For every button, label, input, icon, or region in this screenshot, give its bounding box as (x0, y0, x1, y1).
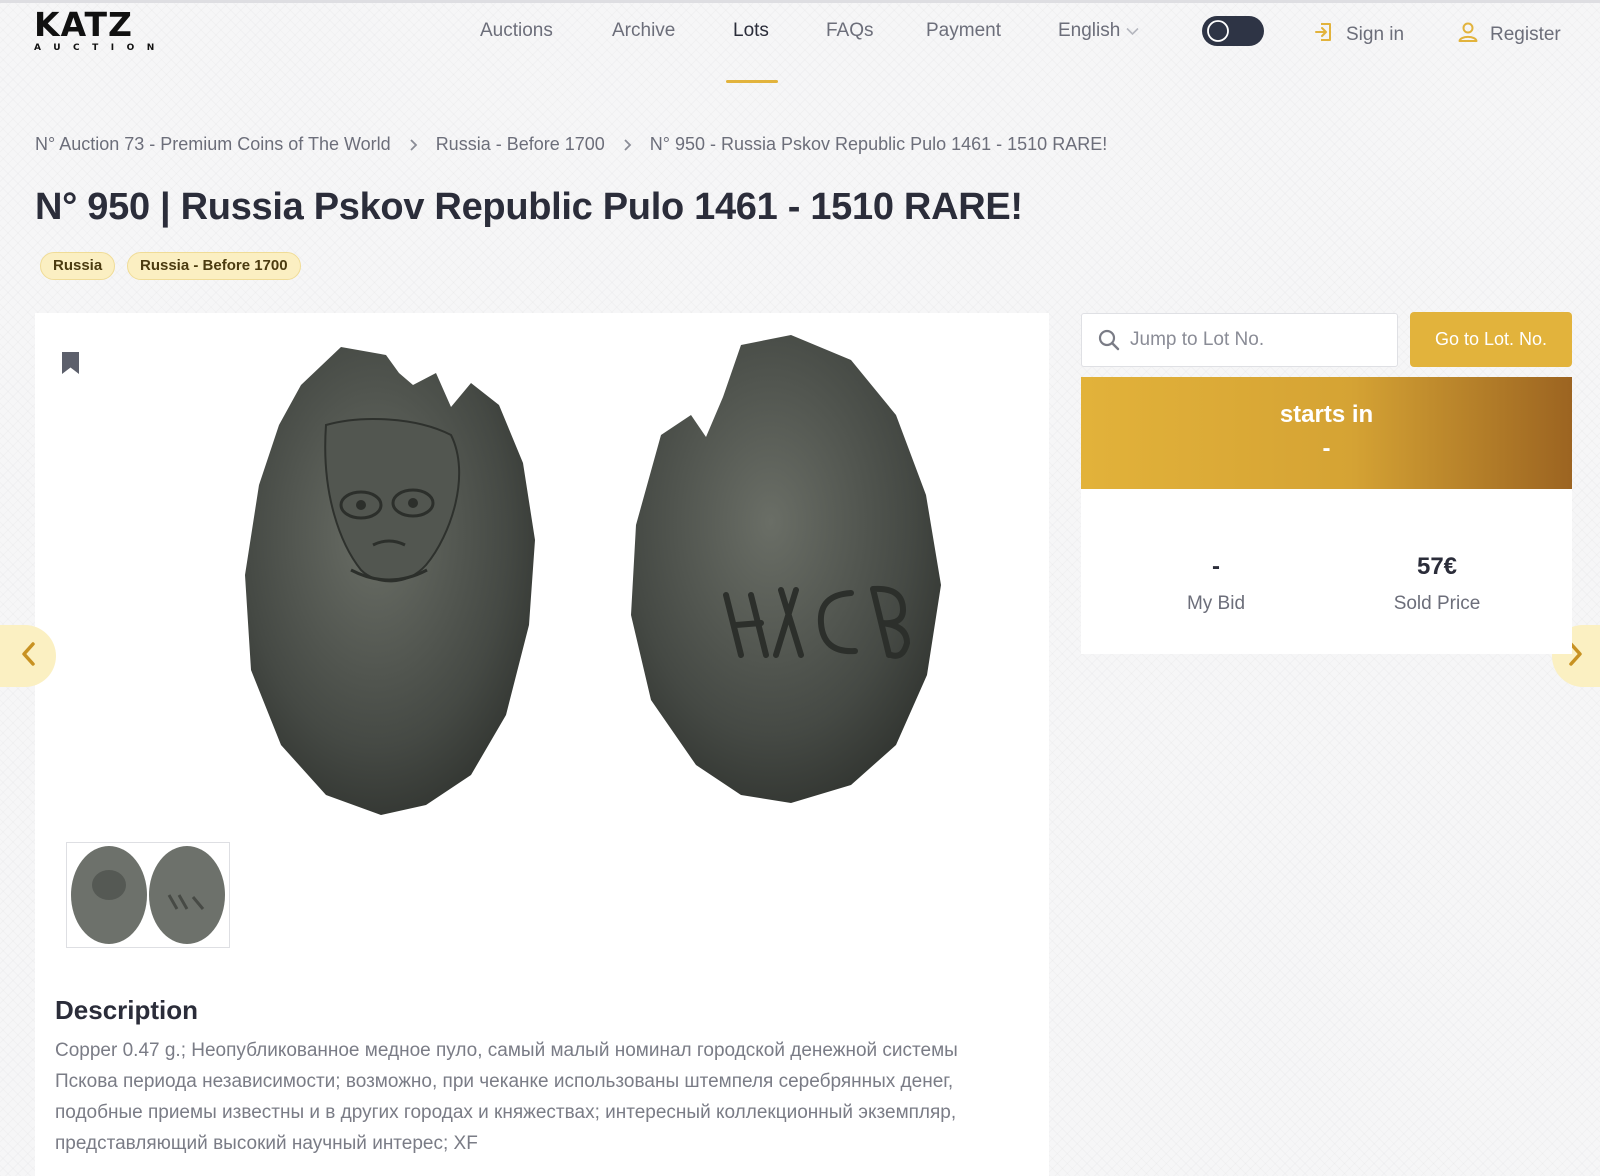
description-text: Copper 0.47 g.; Неопубликованное медное … (55, 1040, 958, 1154)
sign-in-icon (1312, 20, 1336, 50)
nav-lots[interactable]: Lots (733, 20, 769, 42)
user-icon (1456, 20, 1480, 50)
language-selector[interactable]: English (1058, 20, 1139, 42)
jump-to-lot-field[interactable] (1081, 313, 1398, 367)
sign-in-link[interactable]: Sign in (1312, 20, 1404, 50)
breadcrumb-auction[interactable]: N° Auction 73 - Premium Coins of The Wor… (35, 134, 391, 155)
starts-in-label: starts in (1279, 401, 1374, 428)
countdown-panel: starts in - (1081, 377, 1572, 489)
breadcrumb-current: N° 950 - Russia Pskov Republic Pulo 1461… (649, 134, 1108, 154)
logo-tagline: AUCTION (34, 43, 167, 53)
sign-in-label: Sign in (1346, 24, 1405, 45)
chevron-left-icon (20, 641, 36, 672)
logo-wordmark: KATZ (34, 5, 133, 44)
bookmark-icon[interactable] (61, 351, 80, 380)
my-bid-label: My Bid (1186, 593, 1246, 614)
jump-to-lot-input[interactable] (1120, 329, 1380, 351)
nav-payment[interactable]: Payment (926, 20, 1001, 42)
coin-image[interactable] (151, 325, 979, 815)
breadcrumb-chevron-icon (409, 138, 418, 152)
dark-mode-toggle[interactable] (1202, 16, 1264, 46)
nav-faqs[interactable]: FAQs (826, 20, 874, 42)
breadcrumb-category[interactable]: Russia - Before 1700 (436, 134, 605, 155)
search-icon (1098, 329, 1120, 351)
chevron-down-icon (1126, 20, 1139, 42)
page-title: N° 950 | Russia Pskov Republic Pulo 1461… (35, 186, 1023, 228)
bid-summary-card: - My Bid 57€ Sold Price (1081, 489, 1572, 654)
logo[interactable]: KATZ AUCTION (34, 5, 169, 53)
nav-archive[interactable]: Archive (612, 20, 675, 42)
coin-thumbnail[interactable] (66, 842, 230, 948)
go-to-lot-button[interactable]: Go to Lot. No. (1410, 312, 1572, 367)
register-link[interactable]: Register (1456, 20, 1561, 50)
moon-icon (1206, 19, 1230, 43)
starts-in-value: - (1322, 435, 1331, 462)
my-bid-value: - (1212, 553, 1220, 580)
sold-price-value: 57€ (1416, 553, 1458, 580)
nav-active-indicator (726, 80, 778, 83)
breadcrumb: N° Auction 73 - Premium Coins of The Wor… (35, 134, 1107, 155)
nav-auctions[interactable]: Auctions (480, 20, 553, 42)
tag-russia-before-1700[interactable]: Russia - Before 1700 (127, 252, 301, 280)
language-label: English (1058, 20, 1121, 41)
breadcrumb-chevron-icon (623, 138, 632, 152)
my-bid: - My Bid (1136, 553, 1296, 615)
description-heading: Description (55, 995, 199, 1025)
tag-russia[interactable]: Russia (40, 252, 116, 280)
sold-price: 57€ Sold Price (1357, 553, 1517, 615)
sold-price-label: Sold Price (1393, 593, 1481, 614)
lot-main-card: Description Copper 0.47 g.; Неопубликова… (35, 313, 1049, 1176)
top-border (0, 0, 1600, 3)
register-label: Register (1490, 24, 1561, 45)
